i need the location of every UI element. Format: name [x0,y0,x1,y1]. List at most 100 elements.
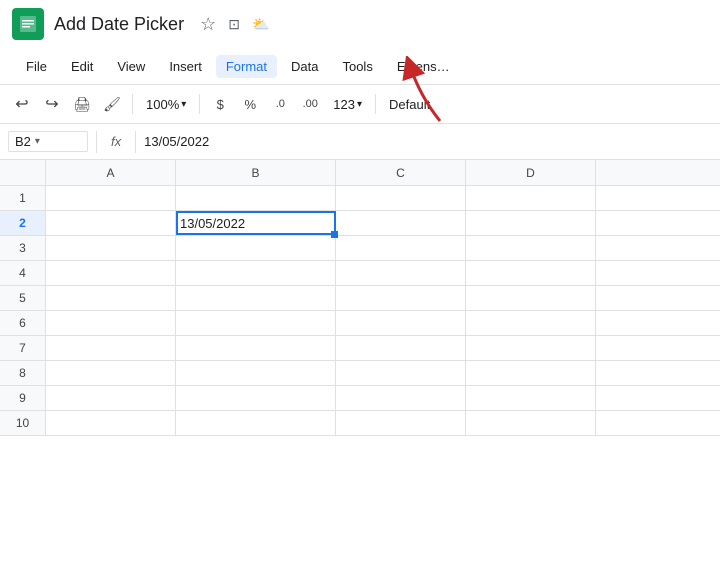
cell-d10[interactable] [466,411,596,435]
fill-handle[interactable] [331,231,338,238]
toolbar-separator-3 [375,94,376,114]
format-type-selector[interactable]: 123 ▾ [326,94,369,115]
cell-a7[interactable] [46,336,176,360]
cell-reference[interactable]: B2 ▾ [8,131,88,152]
cell-b3[interactable] [176,236,336,260]
menu-item-data[interactable]: Data [281,55,328,78]
folder-icon[interactable]: ⊡ [228,16,240,33]
toolbar: ↩ ↪ 🖨 🖌 100% ▾ $ % .0 .00 123 ▾ Default [0,84,720,124]
formula-content[interactable]: 13/05/2022 [144,134,209,149]
toolbar-separator-2 [199,94,200,114]
cell-b9[interactable] [176,386,336,410]
table-row: 3 [0,236,720,261]
cell-c4[interactable] [336,261,466,285]
table-row: 10 [0,411,720,436]
row-number: 5 [0,286,46,310]
cell-b2[interactable]: 13/05/2022 [176,211,336,235]
cell-a10[interactable] [46,411,176,435]
cell-c10[interactable] [336,411,466,435]
fx-label: fx [105,134,127,149]
cell-c3[interactable] [336,236,466,260]
cell-d9[interactable] [466,386,596,410]
column-header-c[interactable]: C [336,160,466,185]
menu-bar: File Edit View Insert Format Data Tools … [0,48,720,84]
zoom-selector[interactable]: 100% ▾ [139,94,193,115]
cell-a2[interactable] [46,211,176,235]
cell-b8[interactable] [176,361,336,385]
cell-a9[interactable] [46,386,176,410]
cell-b4[interactable] [176,261,336,285]
undo-button[interactable]: ↩ [8,90,36,118]
cell-d3[interactable] [466,236,596,260]
cell-c5[interactable] [336,286,466,310]
menu-item-edit[interactable]: Edit [61,55,103,78]
paint-format-button[interactable]: 🖌 [98,90,126,118]
cell-a5[interactable] [46,286,176,310]
cell-a8[interactable] [46,361,176,385]
cell-b5[interactable] [176,286,336,310]
percent-button[interactable]: % [236,90,264,118]
title-icons: ☆ ⊡ ⛅ [200,14,269,35]
format-type-arrow: ▾ [357,99,362,110]
row-number: 6 [0,311,46,335]
cell-d1[interactable] [466,186,596,210]
cell-c6[interactable] [336,311,466,335]
menu-item-view[interactable]: View [107,55,155,78]
table-row: 1 [0,186,720,211]
toolbar-separator-1 [132,94,133,114]
star-icon[interactable]: ☆ [200,14,216,35]
cell-b7[interactable] [176,336,336,360]
row-number: 7 [0,336,46,360]
row-number: 9 [0,386,46,410]
cell-a3[interactable] [46,236,176,260]
formula-divider-2 [135,131,136,153]
sheet-rows: 1 2 13/05/2022 3 [0,186,720,436]
menu-item-tools[interactable]: Tools [332,55,382,78]
column-header-a[interactable]: A [46,160,176,185]
cell-b10[interactable] [176,411,336,435]
cell-d4[interactable] [466,261,596,285]
column-header-d[interactable]: D [466,160,596,185]
table-row: 7 [0,336,720,361]
row-number-header-corner [0,160,46,185]
format-type-value: 123 [333,97,355,112]
cell-c2[interactable] [336,211,466,235]
row-number: 1 [0,186,46,210]
cell-c9[interactable] [336,386,466,410]
cell-ref-arrow-icon: ▾ [35,136,40,147]
table-row: 5 [0,286,720,311]
cell-c1[interactable] [336,186,466,210]
cell-a6[interactable] [46,311,176,335]
cell-d2[interactable] [466,211,596,235]
cell-d7[interactable] [466,336,596,360]
redo-button[interactable]: ↪ [38,90,66,118]
currency-button[interactable]: $ [206,90,234,118]
default-style-selector[interactable]: Default [382,94,437,115]
row-number: 3 [0,236,46,260]
cell-b1[interactable] [176,186,336,210]
cell-ref-value: B2 [15,134,31,149]
row-number: 8 [0,361,46,385]
cell-c7[interactable] [336,336,466,360]
table-row: 9 [0,386,720,411]
menu-item-file[interactable]: File [16,55,57,78]
cell-a4[interactable] [46,261,176,285]
column-header-b[interactable]: B [176,160,336,185]
cell-d8[interactable] [466,361,596,385]
menu-item-extensions[interactable]: Extens… [387,55,460,78]
menu-item-format[interactable]: Format [216,55,277,78]
row-number: 2 [0,211,46,235]
cloud-icon[interactable]: ⛅ [252,16,269,33]
cell-a1[interactable] [46,186,176,210]
decimal-dec-button[interactable]: .0 [266,90,294,118]
table-row: 6 [0,311,720,336]
print-button[interactable]: 🖨 [68,90,96,118]
cell-c8[interactable] [336,361,466,385]
decimal-inc-button[interactable]: .00 [296,90,324,118]
cell-b2-value: 13/05/2022 [180,216,245,231]
cell-b6[interactable] [176,311,336,335]
table-row: 8 [0,361,720,386]
cell-d6[interactable] [466,311,596,335]
cell-d5[interactable] [466,286,596,310]
menu-item-insert[interactable]: Insert [159,55,212,78]
